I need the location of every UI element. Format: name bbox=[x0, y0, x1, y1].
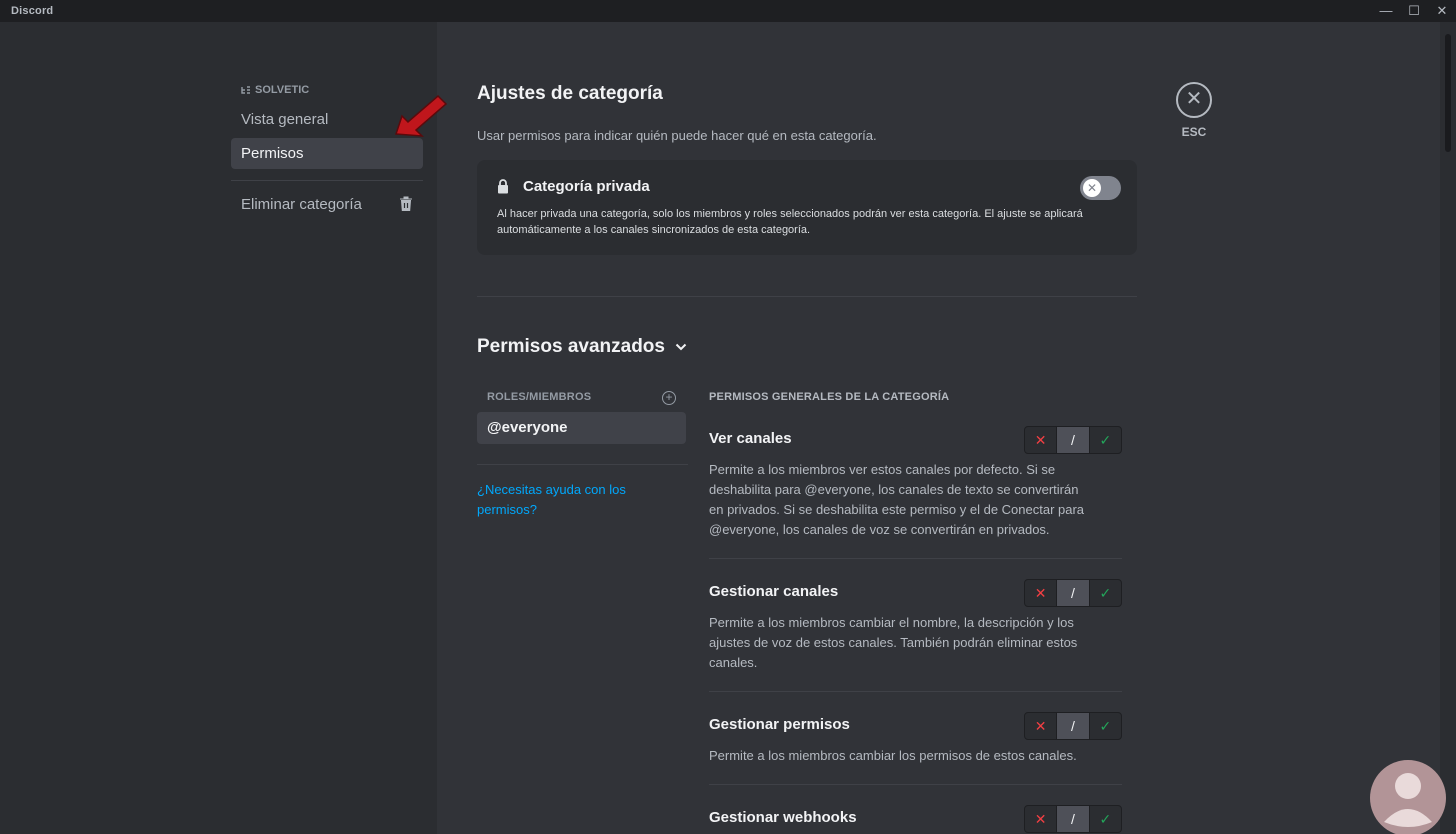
permission-description: Permite a los miembros cambiar el nombre… bbox=[709, 615, 1078, 670]
advanced-permissions-toggle[interactable]: Permisos avanzados bbox=[477, 336, 687, 358]
private-category-toggle[interactable]: ✕ bbox=[1080, 176, 1121, 200]
sidebar-item-label: Vista general bbox=[241, 111, 329, 128]
permission-divider bbox=[709, 784, 1122, 785]
private-category-title: Categoría privada bbox=[523, 178, 650, 195]
sidebar-item-delete-category[interactable]: Eliminar categoría bbox=[231, 189, 423, 220]
neutral-button[interactable]: / bbox=[1056, 806, 1090, 832]
close-settings[interactable]: ✕ ESC bbox=[1176, 82, 1212, 139]
permission-tri-switch: ✕ / ✓ bbox=[1024, 579, 1122, 607]
title-bar: Discord — ☐ ✕ bbox=[0, 0, 1456, 22]
private-category-description: Al hacer privada una categoría, solo los… bbox=[497, 208, 1083, 236]
minimize-button[interactable]: — bbox=[1374, 2, 1398, 20]
permission-title: Gestionar canales bbox=[709, 583, 839, 600]
neutral-button[interactable]: / bbox=[1056, 427, 1090, 453]
permission-title: Gestionar permisos bbox=[709, 716, 850, 733]
add-role-icon[interactable]: + bbox=[662, 391, 676, 405]
scrollbar[interactable] bbox=[1440, 22, 1456, 834]
toggle-off-icon: ✕ bbox=[1083, 179, 1101, 197]
permission-title: Gestionar webhooks bbox=[709, 809, 857, 826]
permission-tri-switch: ✕ / ✓ bbox=[1024, 426, 1122, 454]
sidebar-item-label: Permisos bbox=[241, 145, 304, 162]
permission-tri-switch: ✕ / ✓ bbox=[1024, 805, 1122, 833]
page-title: Ajustes de categoría bbox=[477, 83, 663, 104]
sidebar-item-label: Eliminar categoría bbox=[241, 196, 362, 213]
neutral-button[interactable]: / bbox=[1056, 580, 1090, 606]
deny-button[interactable]: ✕ bbox=[1025, 427, 1056, 453]
sidebar-item-permissions[interactable]: Permisos bbox=[231, 138, 423, 169]
allow-button[interactable]: ✓ bbox=[1090, 427, 1121, 453]
deny-button[interactable]: ✕ bbox=[1025, 806, 1056, 832]
allow-button[interactable]: ✓ bbox=[1090, 713, 1121, 739]
sidebar-divider bbox=[231, 180, 423, 181]
permission-divider bbox=[709, 558, 1122, 559]
sidebar-header: SOLVETIC bbox=[241, 84, 309, 96]
neutral-button[interactable]: / bbox=[1056, 713, 1090, 739]
lock-icon bbox=[498, 179, 508, 194]
window-title: Discord bbox=[11, 5, 54, 17]
maximize-button[interactable]: ☐ bbox=[1402, 2, 1426, 20]
settings-sidebar: SOLVETIC Vista general Permisos Eliminar… bbox=[0, 22, 448, 834]
scrollbar-thumb[interactable] bbox=[1445, 34, 1451, 152]
category-icon bbox=[241, 85, 250, 94]
chevron-down-icon bbox=[675, 343, 687, 351]
permission-description: Permite a los miembros ver estos canales… bbox=[709, 462, 1085, 537]
deny-button[interactable]: ✕ bbox=[1025, 713, 1056, 739]
allow-button[interactable]: ✓ bbox=[1090, 806, 1121, 832]
close-window-button[interactable]: ✕ bbox=[1430, 2, 1454, 20]
private-category-card: Categoría privada Al hacer privada una c… bbox=[477, 160, 1137, 255]
esc-label: ESC bbox=[1181, 125, 1207, 139]
permission-tri-switch: ✕ / ✓ bbox=[1024, 712, 1122, 740]
help-link[interactable]: ¿Necesitas ayuda con los permisos? bbox=[477, 480, 657, 520]
watermark-logo bbox=[1370, 760, 1446, 834]
app-body: SOLVETIC Vista general Permisos Eliminar… bbox=[0, 22, 1456, 834]
permission-description: Permite a los miembros cambiar los permi… bbox=[709, 748, 1077, 763]
advanced-permissions-title: Permisos avanzados bbox=[477, 336, 665, 357]
sidebar-header-label: SOLVETIC bbox=[255, 84, 310, 96]
settings-content: Ajustes de categoría Usar permisos para … bbox=[437, 22, 1440, 834]
permission-divider bbox=[709, 691, 1122, 692]
permissions-header: PERMISOS GENERALES DE LA CATEGORÍA bbox=[709, 391, 950, 403]
permission-title: Ver canales bbox=[709, 430, 792, 447]
close-icon[interactable]: ✕ bbox=[1176, 82, 1212, 118]
role-item-everyone[interactable]: @everyone bbox=[477, 412, 686, 444]
allow-button[interactable]: ✓ bbox=[1090, 580, 1121, 606]
roles-divider bbox=[477, 464, 688, 465]
deny-button[interactable]: ✕ bbox=[1025, 580, 1056, 606]
page-subtitle: Usar permisos para indicar quién puede h… bbox=[477, 128, 877, 143]
roles-header: ROLES/MIEMBROS bbox=[487, 391, 592, 403]
section-divider bbox=[477, 296, 1137, 297]
trash-icon bbox=[400, 196, 412, 211]
